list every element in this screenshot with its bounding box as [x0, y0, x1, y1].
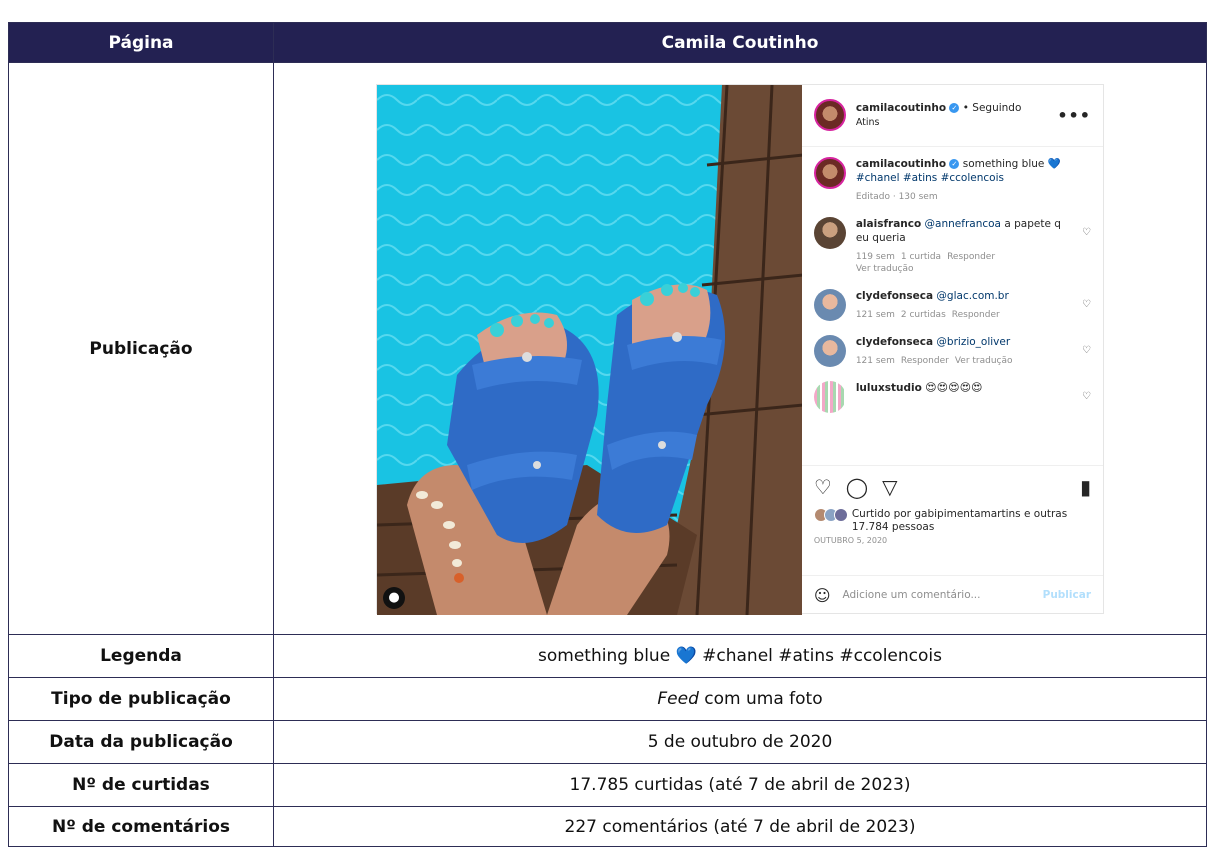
post-cell: ● camilacoutinho ✓ • Seguindo Atins ••• … — [273, 62, 1207, 635]
value-tipo: Feed com uma foto — [273, 677, 1207, 721]
comment-likes[interactable]: 2 curtidas — [901, 310, 946, 320]
blue-heart-emoji: 💙 — [1047, 157, 1061, 170]
avatar[interactable] — [813, 216, 846, 249]
caption-hashtags[interactable]: #chanel #atins #ccolencois — [856, 172, 1004, 184]
comment-username[interactable]: clydefonseca — [856, 290, 933, 302]
verified-icon: ✓ — [949, 158, 960, 169]
tagged-user-icon[interactable]: ● — [383, 586, 405, 609]
label-publicacao: Publicação — [8, 62, 274, 635]
translate-link[interactable]: Ver tradução — [955, 356, 1013, 366]
header-account: Camila Coutinho — [273, 22, 1207, 63]
post-location[interactable]: Atins — [856, 117, 1057, 128]
heart-icon[interactable]: ♡ — [1077, 381, 1091, 413]
avatar[interactable] — [813, 156, 846, 189]
comment-bubble-icon[interactable]: ◯ — [846, 475, 868, 499]
translate-link[interactable]: Ver tradução — [856, 264, 914, 274]
reply-button[interactable]: Responder — [947, 252, 995, 262]
bookmark-icon[interactable]: ▮ — [1080, 475, 1091, 499]
share-send-icon[interactable]: ▽ — [882, 475, 897, 499]
likes-summary[interactable]: Curtido por gabipimentamartins e outras … — [813, 507, 1091, 534]
comment-username[interactable]: alaisfranco — [856, 218, 921, 230]
comment-text: 😍😍😍😍😍 — [925, 380, 983, 394]
comment-mention[interactable]: @annefrancoa — [925, 218, 1001, 230]
avatar[interactable] — [813, 288, 846, 321]
liked-by-prefix: Curtido por — [851, 507, 915, 520]
add-comment-input[interactable]: Adicione um comentário... — [843, 589, 981, 601]
comment-mention[interactable]: @glac.com.br — [936, 290, 1008, 302]
label-data: Data da publicação — [8, 720, 274, 764]
following-label[interactable]: • Seguindo — [963, 102, 1022, 114]
comment-time: 121 sem — [855, 355, 895, 366]
post-date: OUTUBRO 5, 2020 — [813, 535, 888, 545]
caption-username[interactable]: camilacoutinho — [856, 158, 946, 170]
label-tipo: Tipo de publicação — [8, 677, 274, 721]
heart-icon[interactable]: ♡ — [1077, 217, 1091, 275]
reply-button[interactable]: Responder — [901, 356, 949, 366]
avatar[interactable] — [813, 334, 846, 367]
avatar[interactable] — [813, 380, 846, 413]
comment-time: 121 sem — [855, 309, 895, 320]
label-legenda: Legenda — [8, 634, 274, 678]
value-curtidas: 17.785 curtidas (até 7 de abril de 2023) — [273, 763, 1207, 807]
list-item: luluxstudio 😍😍😍😍😍 ♡ — [813, 380, 1091, 413]
list-item: clydefonseca @brizio_oliver 121 sem Respo… — [813, 334, 1091, 367]
heart-icon[interactable]: ♡ — [1077, 289, 1091, 321]
comments-list[interactable]: camilacoutinho ✓ something blue 💙 #chane… — [802, 147, 1103, 465]
sandals-photo-illustration — [377, 84, 802, 615]
emoji-smile-icon[interactable]: ☺ — [814, 586, 831, 605]
list-item: alaisfranco @annefrancoa a papete q eu q… — [813, 216, 1091, 275]
verified-icon: ✓ — [949, 103, 960, 113]
label-curtidas: Nº de curtidas — [8, 763, 274, 807]
header-page: Página — [8, 22, 274, 63]
instagram-post-embed: ● camilacoutinho ✓ • Seguindo Atins ••• … — [376, 83, 1104, 615]
info-table: Página Camila Coutinho Publicação ● cami… — [8, 22, 1207, 847]
label-comentarios: Nº de comentários — [8, 806, 274, 847]
comment-username[interactable]: luluxstudio — [856, 382, 922, 394]
caption-text: something blue — [962, 157, 1045, 170]
comment-mention[interactable]: @brizio_oliver — [936, 336, 1010, 348]
caption-meta: Editado · 130 sem — [855, 191, 938, 202]
list-item: clydefonseca @glac.com.br 121 sem 2 curti… — [813, 288, 1091, 321]
publish-button[interactable]: Publicar — [1043, 589, 1091, 601]
value-tipo-feed: Feed — [657, 689, 699, 709]
like-heart-icon[interactable]: ♡ — [814, 475, 832, 499]
liked-by-user[interactable]: gabipimentamartins — [914, 508, 1020, 520]
action-bar: ♡ ◯ ▽ ▮ Curtido por gabipimentamartins e… — [801, 464, 1103, 545]
value-data: 5 de outubro de 2020 — [273, 720, 1207, 764]
comment-time: 119 sem — [855, 251, 895, 262]
post-username[interactable]: camilacoutinho — [856, 102, 946, 114]
avatar[interactable] — [813, 99, 846, 131]
value-tipo-rest: com uma foto — [698, 689, 823, 709]
value-comentarios: 227 comentários (até 7 de abril de 2023) — [273, 806, 1207, 847]
caption: camilacoutinho ✓ something blue 💙 #chane… — [813, 156, 1091, 203]
more-options-icon[interactable]: ••• — [1057, 106, 1091, 125]
comment-username[interactable]: clydefonseca — [856, 336, 933, 348]
reply-button[interactable]: Responder — [952, 310, 1000, 320]
post-side-panel: camilacoutinho ✓ • Seguindo Atins ••• ca… — [801, 85, 1103, 615]
heart-icon[interactable]: ♡ — [1077, 335, 1091, 367]
add-comment-bar: ☺ Adicione um comentário... Publicar — [801, 574, 1103, 615]
post-header: camilacoutinho ✓ • Seguindo Atins ••• — [801, 85, 1103, 147]
post-photo: ● — [377, 84, 802, 615]
value-legenda: something blue 💙 #chanel #atins #ccolenc… — [273, 634, 1207, 678]
liked-by-avatars — [813, 507, 848, 522]
comment-likes[interactable]: 1 curtida — [901, 252, 941, 262]
